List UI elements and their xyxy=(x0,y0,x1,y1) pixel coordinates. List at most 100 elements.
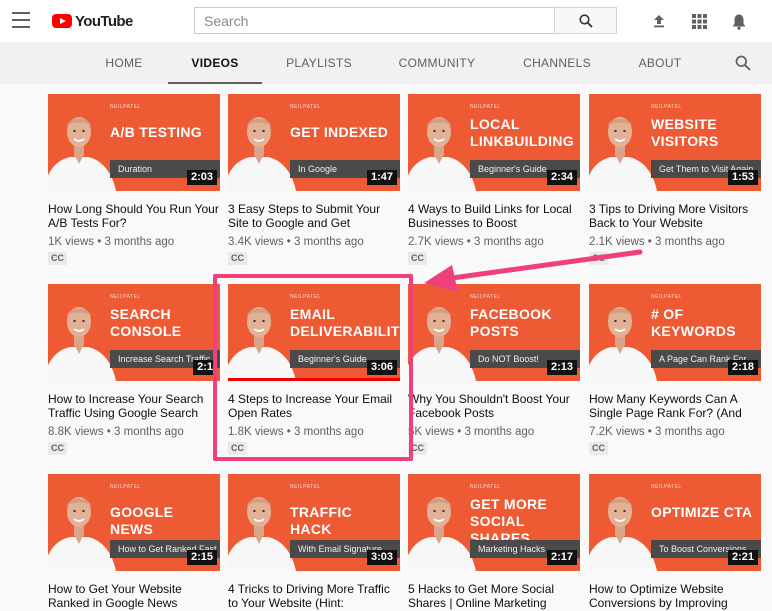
cc-badge: CC xyxy=(48,252,67,265)
video-card[interactable]: NEILPATEL A/B TESTING Duration 2:03 How Long… xyxy=(48,94,220,266)
video-meta: 2.1K views • 3 months ago xyxy=(589,236,725,248)
video-duration: 1:47 xyxy=(366,170,397,185)
tab-videos[interactable]: VIDEOS xyxy=(168,42,262,84)
video-thumbnail[interactable]: NEILPATEL OPTIMIZE CTA To Boost Conversion… xyxy=(589,474,761,571)
thumbnail-title: A/B TESTING xyxy=(110,124,202,140)
upload-icon[interactable] xyxy=(649,11,669,31)
thumbnail-brand: NEILPATEL xyxy=(110,294,141,300)
upload-age: 3 months ago xyxy=(655,426,725,438)
video-title[interactable]: How to Get Your Website Ranked in Google… xyxy=(48,582,220,610)
presenter-photo xyxy=(48,117,116,191)
video-card[interactable]: NEILPATEL FACEBOOK POSTS Do NOT Boost! 2:13… xyxy=(408,284,580,456)
view-count: 2.1K views xyxy=(589,236,645,248)
search-input[interactable] xyxy=(194,7,554,34)
video-thumbnail[interactable]: NEILPATEL FACEBOOK POSTS Do NOT Boost! 2:13 xyxy=(408,284,580,381)
video-title[interactable]: 4 Tricks to Driving More Traffic to Your… xyxy=(228,582,400,610)
video-title[interactable]: How Long Should You Run Your A/B Tests F… xyxy=(48,202,220,230)
view-count: 3.4K views xyxy=(228,236,284,248)
tab-community[interactable]: COMMUNITY xyxy=(397,42,477,84)
video-duration: 2:1 xyxy=(193,360,217,375)
video-title[interactable]: 3 Tips to Driving More Visitors Back to … xyxy=(589,202,761,230)
video-card[interactable]: NEILPATEL SEARCH CONSOLE Increase Search T… xyxy=(48,284,220,456)
cc-badge: CC xyxy=(228,252,247,265)
tab-about[interactable]: ABOUT xyxy=(637,42,683,84)
video-meta: 2.7K views • 3 months ago xyxy=(408,236,544,248)
video-card[interactable]: NEILPATEL GET MORE SOCIAL SHARES Marketing… xyxy=(408,474,580,610)
thumbnail-title: OPTIMIZE CTA xyxy=(651,504,753,520)
video-thumbnail[interactable]: NEILPATEL SEARCH CONSOLE Increase Search T… xyxy=(48,284,220,381)
watch-progress-bar xyxy=(228,378,400,381)
video-thumbnail[interactable]: NEILPATEL EMAIL DELIVERABILITY Beginner's … xyxy=(228,284,400,381)
video-card[interactable]: NEILPATEL # OF KEYWORDS A Page Can Rank Fo… xyxy=(589,284,761,456)
video-title[interactable]: 4 Steps to Increase Your Email Open Rate… xyxy=(228,392,400,420)
view-count: 2.7K views xyxy=(408,236,464,248)
apps-grid-icon[interactable] xyxy=(689,11,709,31)
video-thumbnail[interactable]: NEILPATEL # OF KEYWORDS A Page Can Rank Fo… xyxy=(589,284,761,381)
presenter-photo xyxy=(228,117,296,191)
video-meta: 7.2K views • 3 months ago xyxy=(589,426,725,438)
logo-text: YouTube xyxy=(75,12,133,30)
video-card[interactable]: NEILPATEL TRAFFIC HACK With Email Signatur… xyxy=(228,474,400,610)
presenter-photo xyxy=(589,307,657,381)
video-card[interactable]: NEILPATEL LOCAL LINKBUILDING Beginner's Gu… xyxy=(408,94,580,266)
video-thumbnail[interactable]: NEILPATEL A/B TESTING Duration 2:03 xyxy=(48,94,220,191)
video-meta: 1K views • 3 months ago xyxy=(48,236,175,248)
video-thumbnail[interactable]: NEILPATEL TRAFFIC HACK With Email Signatur… xyxy=(228,474,400,571)
tab-home[interactable]: HOME xyxy=(102,42,146,84)
cc-badge: CC xyxy=(589,252,608,265)
upload-age: 3 months ago xyxy=(464,426,535,438)
video-thumbnail[interactable]: NEILPATEL GOOGLE NEWS How to Get Ranked Fa… xyxy=(48,474,220,571)
video-meta: 1.8K views • 3 months ago xyxy=(228,426,364,438)
tab-playlists[interactable]: PLAYLISTS xyxy=(284,42,354,84)
video-duration: 2:15 xyxy=(186,550,217,565)
video-thumbnail[interactable]: NEILPATEL GET MORE SOCIAL SHARES Marketing… xyxy=(408,474,580,571)
thumbnail-brand: NEILPATEL xyxy=(470,294,501,300)
presenter-photo xyxy=(408,307,476,381)
video-title[interactable]: How to Increase Your Search Traffic Usin… xyxy=(48,392,220,420)
video-card[interactable]: NEILPATEL GOOGLE NEWS How to Get Ranked Fa… xyxy=(48,474,220,610)
video-duration: 2:03 xyxy=(186,170,217,185)
video-duration: 3:06 xyxy=(366,360,397,375)
tab-channels[interactable]: CHANNELS xyxy=(522,42,592,84)
view-count: 1K views xyxy=(48,236,95,248)
video-thumbnail[interactable]: NEILPATEL GET INDEXED In Google 1:47 xyxy=(228,94,400,191)
video-duration: 2:18 xyxy=(727,360,758,375)
thumbnail-brand: NEILPATEL xyxy=(651,294,682,300)
cc-badge: CC xyxy=(408,252,427,265)
presenter-photo xyxy=(589,117,657,191)
search-icon xyxy=(578,13,593,28)
menu-icon[interactable] xyxy=(12,12,30,28)
video-duration: 2:17 xyxy=(546,550,577,565)
video-thumbnail[interactable]: NEILPATEL WEBSITE VISITORS Get Them to Vis… xyxy=(589,94,761,191)
youtube-play-icon xyxy=(52,14,72,28)
video-duration: 2:21 xyxy=(727,550,758,565)
thumbnail-brand: NEILPATEL xyxy=(470,484,501,490)
video-title[interactable]: How Many Keywords Can A Single Page Rank… xyxy=(589,392,761,420)
presenter-photo xyxy=(228,497,296,571)
thumbnail-brand: NEILPATEL xyxy=(651,484,682,490)
view-count: 1.8K views xyxy=(228,426,284,438)
video-title[interactable]: 4 Ways to Build Links for Local Business… xyxy=(408,202,580,230)
video-card[interactable]: NEILPATEL GET INDEXED In Google 1:47 3 Easy … xyxy=(228,94,400,266)
search-button[interactable] xyxy=(554,7,617,34)
video-card[interactable]: NEILPATEL EMAIL DELIVERABILITY Beginner's … xyxy=(228,284,400,456)
thumbnail-title: LOCAL LINKBUILDING xyxy=(470,116,574,149)
thumbnail-brand: NEILPATEL xyxy=(290,484,321,490)
top-bar: YouTube xyxy=(0,0,772,42)
video-title[interactable]: 3 Easy Steps to Submit Your Site to Goog… xyxy=(228,202,400,230)
channel-search-icon[interactable] xyxy=(735,55,751,71)
video-card[interactable]: NEILPATEL WEBSITE VISITORS Get Them to Vis… xyxy=(589,94,761,266)
video-duration: 1:53 xyxy=(727,170,758,185)
cc-badge: CC xyxy=(48,442,67,455)
video-title[interactable]: 5 Hacks to Get More Social Shares | Onli… xyxy=(408,582,580,610)
thumbnail-brand: NEILPATEL xyxy=(110,484,141,490)
notifications-bell-icon[interactable] xyxy=(729,11,749,31)
youtube-channel-page: YouTube HOME VIDEOS PLAYLISTS COMMUNITY … xyxy=(0,0,772,611)
youtube-logo[interactable]: YouTube xyxy=(52,11,133,31)
cc-badge: CC xyxy=(408,442,427,455)
cc-badge: CC xyxy=(228,442,247,455)
video-card[interactable]: NEILPATEL OPTIMIZE CTA To Boost Conversion… xyxy=(589,474,761,610)
video-title[interactable]: Why You Shouldn't Boost Your Facebook Po… xyxy=(408,392,580,420)
video-title[interactable]: How to Optimize Website Conversions by I… xyxy=(589,582,761,610)
video-thumbnail[interactable]: NEILPATEL LOCAL LINKBUILDING Beginner's Gu… xyxy=(408,94,580,191)
